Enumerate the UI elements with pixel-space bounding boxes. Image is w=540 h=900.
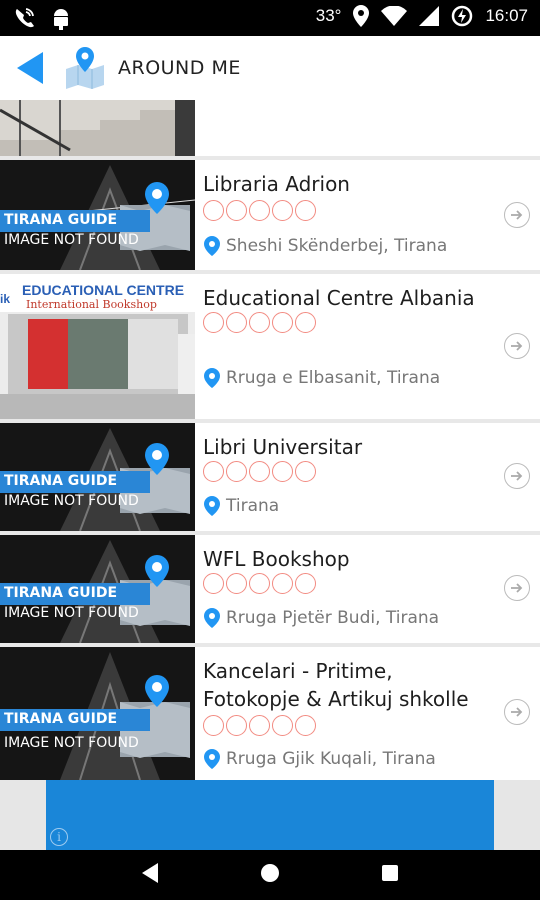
system-nav-bar xyxy=(0,850,540,900)
place-address: Rruga e Elbasanit, Tirana xyxy=(204,368,440,388)
star-icon xyxy=(272,461,293,482)
ad-info-icon[interactable]: i xyxy=(50,828,68,846)
placeholder-subtitle: IMAGE NOT FOUND xyxy=(4,735,139,751)
chevron-right-icon[interactable] xyxy=(504,333,530,359)
star-icon xyxy=(272,715,293,736)
clock-text: 16:07 xyxy=(485,6,528,25)
place-address: Sheshi Skënderbej, Tirana xyxy=(204,236,447,256)
location-pin-icon xyxy=(204,608,220,628)
sign-subtext: International Bookshop xyxy=(26,298,157,311)
page-title: AROUND ME xyxy=(118,57,241,79)
location-pin-icon xyxy=(204,368,220,388)
ad-banner[interactable]: i xyxy=(0,780,540,850)
place-address: Tirana xyxy=(204,496,279,516)
star-icon xyxy=(295,461,316,482)
star-icon xyxy=(249,200,270,221)
place-address: Rruga Gjik Kuqali, Tirana xyxy=(204,749,436,769)
android-icon xyxy=(50,6,72,30)
battery-saver-icon xyxy=(451,5,473,27)
star-icon xyxy=(226,573,247,594)
star-icon xyxy=(295,715,316,736)
place-name: WFL Bookshop xyxy=(203,547,350,571)
chevron-right-icon[interactable] xyxy=(504,463,530,489)
star-icon xyxy=(249,461,270,482)
star-icon xyxy=(226,200,247,221)
list-item[interactable]: TIRANA GUIDE IMAGE NOT FOUND Kancelari -… xyxy=(0,647,540,780)
place-thumbnail: TIRANA GUIDE IMAGE NOT FOUND xyxy=(0,160,195,270)
sign-text: EDUCATIONAL CENTRE xyxy=(22,282,185,298)
place-thumbnail: TIRANA GUIDE IMAGE NOT FOUND xyxy=(0,423,195,531)
place-thumbnail xyxy=(0,100,195,156)
rating-stars xyxy=(203,573,316,594)
app-bar: AROUND ME xyxy=(0,36,540,100)
placeholder-title: TIRANA GUIDE xyxy=(4,711,118,727)
location-pin-icon xyxy=(204,749,220,769)
star-icon xyxy=(226,715,247,736)
home-nav-icon[interactable] xyxy=(259,862,281,889)
place-name: Libraria Adrion xyxy=(203,172,350,196)
star-icon xyxy=(295,312,316,333)
star-icon xyxy=(272,573,293,594)
star-icon xyxy=(295,573,316,594)
star-icon xyxy=(272,200,293,221)
place-name: Libri Universitar xyxy=(203,435,363,459)
placeholder-subtitle: IMAGE NOT FOUND xyxy=(4,232,139,248)
star-icon xyxy=(295,200,316,221)
location-icon xyxy=(353,5,370,27)
back-arrow-icon xyxy=(17,52,43,84)
rating-stars xyxy=(203,200,316,221)
placeholder-title: TIRANA GUIDE xyxy=(4,473,118,489)
list-item[interactable]: ik EDUCATIONAL CENTRE International Book… xyxy=(0,274,540,419)
star-icon xyxy=(249,312,270,333)
star-icon xyxy=(272,312,293,333)
star-icon xyxy=(249,715,270,736)
placeholder-title: TIRANA GUIDE xyxy=(4,585,118,601)
back-nav-icon[interactable] xyxy=(140,862,160,889)
rating-stars xyxy=(203,312,316,333)
place-address: Rruga Pjetër Budi, Tirana xyxy=(204,608,439,628)
rating-stars xyxy=(203,715,316,736)
list-item[interactable]: TIRANA GUIDE IMAGE NOT FOUND Libraria Ad… xyxy=(0,160,540,270)
status-bar: 33° 16:07 xyxy=(0,0,540,36)
list-item[interactable]: TIRANA GUIDE IMAGE NOT FOUND Libri Unive… xyxy=(0,423,540,531)
chevron-right-icon[interactable] xyxy=(504,202,530,228)
place-thumbnail: TIRANA GUIDE IMAGE NOT FOUND xyxy=(0,647,195,780)
star-icon xyxy=(226,312,247,333)
rating-stars xyxy=(203,461,316,482)
place-name: Educational Centre Albania xyxy=(203,286,475,310)
temperature-text: 33° xyxy=(315,6,342,25)
placeholder-subtitle: IMAGE NOT FOUND xyxy=(4,493,139,509)
places-list[interactable]: TIRANA GUIDE IMAGE NOT FOUND Libraria Ad… xyxy=(0,100,540,780)
star-icon xyxy=(203,573,224,594)
recents-nav-icon[interactable] xyxy=(380,863,400,888)
phone-wifi-icon xyxy=(12,6,36,30)
map-pin-icon xyxy=(62,45,108,91)
back-button[interactable] xyxy=(0,36,60,100)
star-icon xyxy=(203,312,224,333)
chevron-right-icon[interactable] xyxy=(504,699,530,725)
signal-icon xyxy=(419,6,440,26)
star-icon xyxy=(226,461,247,482)
place-thumbnail: TIRANA GUIDE IMAGE NOT FOUND xyxy=(0,535,195,643)
location-pin-icon xyxy=(204,236,220,256)
placeholder-title: TIRANA GUIDE xyxy=(4,212,118,228)
placeholder-subtitle: IMAGE NOT FOUND xyxy=(4,605,139,621)
chevron-right-icon[interactable] xyxy=(504,575,530,601)
star-icon xyxy=(249,573,270,594)
star-icon xyxy=(203,200,224,221)
star-icon xyxy=(203,461,224,482)
ad-content[interactable] xyxy=(46,780,494,850)
list-item[interactable]: TIRANA GUIDE IMAGE NOT FOUND WFL Booksho… xyxy=(0,535,540,643)
place-thumbnail: ik EDUCATIONAL CENTRE International Book… xyxy=(0,274,195,419)
sign-prefix: ik xyxy=(0,292,11,306)
wifi-icon xyxy=(381,6,408,26)
place-name: Kancelari - Pritime, Fotokopje & Artikuj… xyxy=(203,659,469,711)
location-pin-icon xyxy=(204,496,220,516)
list-item-partial[interactable] xyxy=(0,100,195,156)
star-icon xyxy=(203,715,224,736)
